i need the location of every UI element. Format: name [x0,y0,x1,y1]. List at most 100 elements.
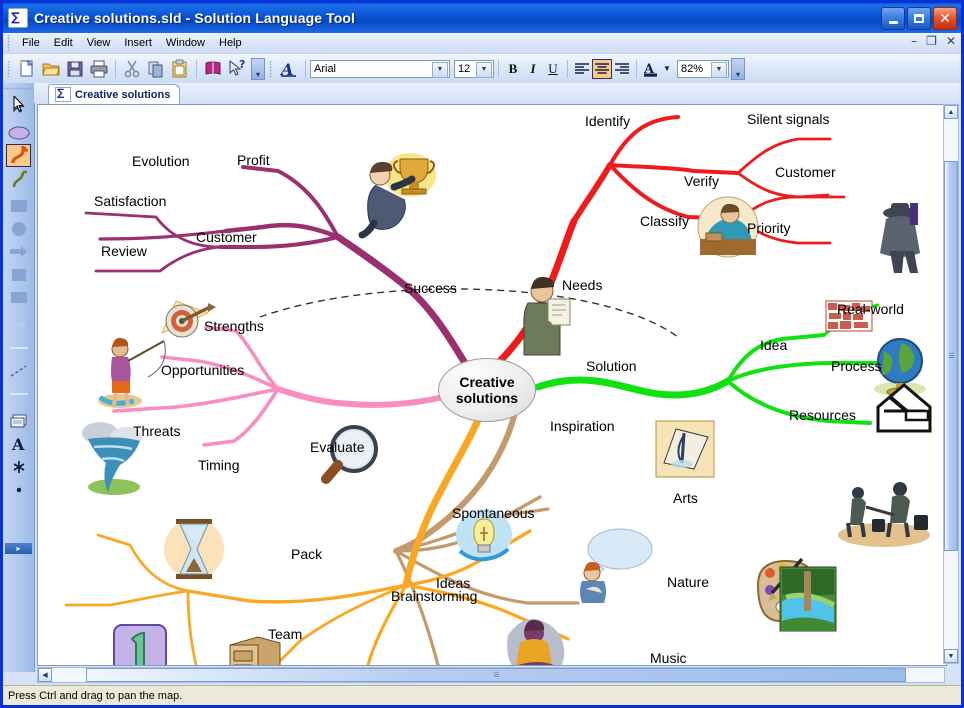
palette-expand-button[interactable]: ▸ [5,543,32,554]
scroll-left-button[interactable]: ◀ [38,668,52,682]
node-label-customer-success[interactable]: Customer [196,229,257,245]
menu-window[interactable]: Window [159,35,212,51]
node-label-arts[interactable]: Arts [673,490,698,506]
help-pointer-button[interactable]: ? [226,58,248,80]
node-label-profit[interactable]: Profit [237,152,270,168]
bold-button[interactable]: B [503,59,523,79]
node-label-verify[interactable]: Verify [684,173,719,189]
toolbar-overflow-button-2[interactable]: ▾ [731,57,745,80]
tab-creative-solutions[interactable]: ∑ Creative solutions [48,84,181,104]
menu-view[interactable]: View [80,35,118,51]
clipart-tool[interactable] [5,455,32,478]
scroll-down-button[interactable]: ▼ [944,649,958,663]
node-label-priority[interactable]: Priority [747,220,791,236]
branch-label-inspiration[interactable]: Inspiration [550,418,615,434]
save-button[interactable] [64,58,86,80]
zoom-combo[interactable]: 82% ▼ [677,59,729,78]
align-center-button[interactable] [592,58,612,79]
menu-edit[interactable]: Edit [47,35,80,51]
chevron-down-icon[interactable]: ▼ [476,61,492,78]
align-left-button[interactable] [572,59,592,79]
branch-label-solution[interactable]: Solution [586,358,637,374]
vertical-scroll-thumb[interactable]: ☰ [944,161,958,551]
branch-label-needs[interactable]: Needs [562,277,602,293]
freehand-curve-tool[interactable] [5,167,32,190]
new-document-button[interactable] [16,58,38,80]
copy-button[interactable] [145,58,167,80]
font-style-button[interactable]: A [278,58,300,80]
font-family-combo[interactable]: Arial ▼ [310,59,450,78]
minimize-button[interactable] [881,7,905,30]
solid-line-tool[interactable] [5,382,32,405]
menu-help[interactable]: Help [212,35,249,51]
cut-button[interactable] [121,58,143,80]
paste-button[interactable] [169,58,191,80]
menu-grip[interactable] [5,35,12,51]
toolbar-grip-2[interactable] [267,60,274,77]
real-world-label[interactable]: Real-world [837,301,904,317]
node-label-brainstorming[interactable]: Brainstorming [391,588,477,604]
font-color-button[interactable]: A [641,59,661,79]
font-size-combo[interactable]: 12 ▼ [454,59,494,78]
document-close-button[interactable]: ✕ [946,35,956,47]
box-tool[interactable] [5,286,32,309]
node-label-team[interactable]: Team [268,626,302,642]
horizontal-scrollbar[interactable]: ◀ ☰ [37,667,945,683]
node-label-process[interactable]: Process [831,358,882,374]
underline-button[interactable]: U [543,59,563,79]
menu-file[interactable]: File [15,35,47,51]
chevron-down-icon[interactable]: ▼ [711,61,727,78]
chevron-down-icon[interactable]: ▼ [432,61,448,78]
note-tool[interactable] [5,409,32,432]
node-label-music[interactable]: Music [650,650,687,665]
node-label-evolution[interactable]: Evolution [132,153,190,169]
italic-button[interactable]: I [523,59,543,79]
central-node[interactable]: Creative solutions [438,358,536,422]
mindmap-surface[interactable]: Creative solutions Success Needs Solutio… [38,105,946,665]
document-minimize-button[interactable]: – [911,35,917,47]
node-label-nature[interactable]: Nature [667,574,709,590]
circle-tool[interactable] [5,217,32,240]
rectangle-tool[interactable] [5,194,32,217]
document-restore-button[interactable]: ❐ [926,35,937,47]
maximize-button[interactable] [907,7,931,30]
toolbar-overflow-button-1[interactable]: ▾ [251,57,265,80]
dictionary-button[interactable] [202,58,224,80]
square-tool[interactable] [5,263,32,286]
node-label-opportunities[interactable]: Opportunities [161,362,244,378]
line-arrow-tool[interactable] [5,313,32,336]
close-button[interactable]: ✕ [933,7,957,30]
node-label-identify[interactable]: Identify [585,113,630,129]
arrow-shape-tool[interactable] [5,240,32,263]
node-label-idea[interactable]: Idea [760,337,787,353]
mindmap-canvas[interactable]: Creative solutions Success Needs Solutio… [37,104,947,666]
dashed-line-tool[interactable] [5,359,32,382]
line-tool[interactable] [5,336,32,359]
node-label-threats[interactable]: Threats [133,423,180,439]
dot-tool[interactable] [5,478,32,501]
node-label-timing[interactable]: Timing [198,457,240,473]
node-label-strengths[interactable]: Strengths [204,318,264,334]
branch-label-success[interactable]: Success [404,280,457,296]
toolbar-grip-1[interactable] [5,60,12,77]
align-right-button[interactable] [612,59,632,79]
node-label-classify[interactable]: Classify [640,213,689,229]
node-label-pack[interactable]: Pack [291,546,322,562]
font-color-dropdown[interactable]: ▼ [661,59,673,79]
horizontal-scroll-thumb[interactable]: ☰ [86,668,906,682]
curve-branch-tool[interactable] [6,144,31,167]
open-button[interactable] [40,58,62,80]
branch-label-evaluate[interactable]: Evaluate [310,439,364,455]
print-button[interactable] [88,58,110,80]
node-label-spontaneous[interactable]: Spontaneous [452,505,535,521]
scroll-up-button[interactable]: ▲ [944,105,958,119]
node-label-resources[interactable]: Resources [789,407,856,423]
node-label-silent-signals[interactable]: Silent signals [747,111,830,127]
node-label-customer-needs[interactable]: Customer [775,164,836,180]
node-label-satisfaction[interactable]: Satisfaction [94,193,166,209]
node-label-review[interactable]: Review [101,243,147,259]
menu-insert[interactable]: Insert [117,35,159,51]
vertical-scrollbar[interactable]: ▲ ☰ ▼ [943,104,959,664]
ellipse-tool[interactable] [5,121,32,144]
palette-grip[interactable] [3,83,34,94]
